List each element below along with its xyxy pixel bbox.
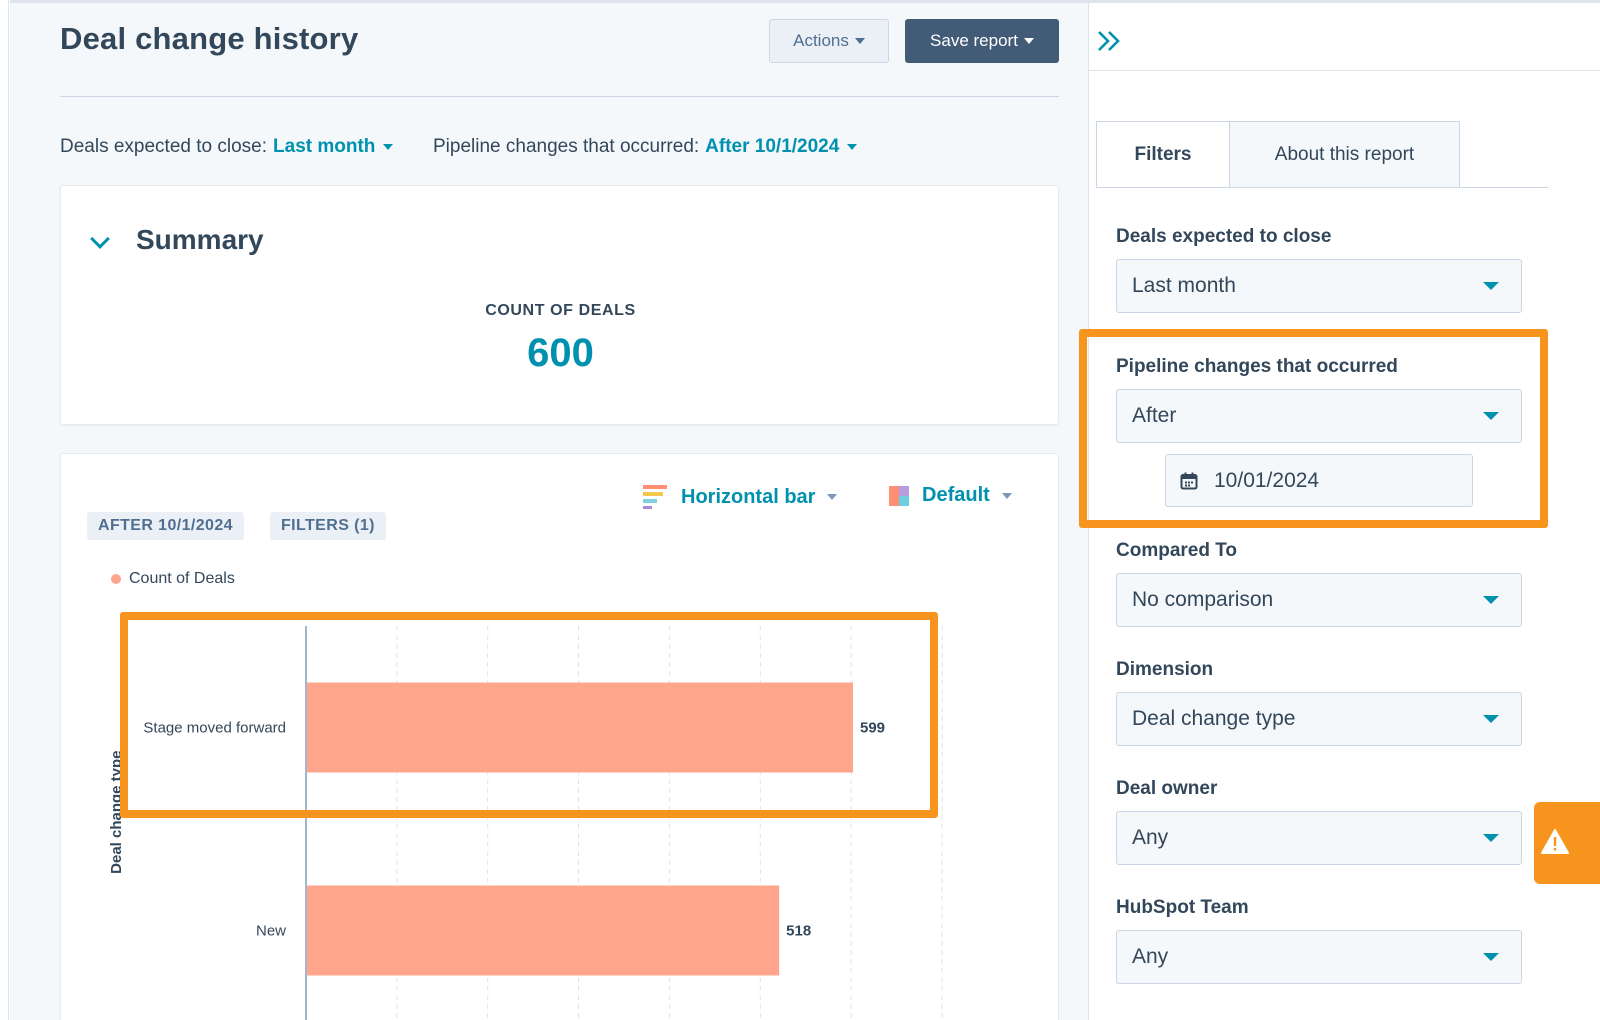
chart-bar: [307, 682, 853, 773]
panel-tabs: Filters About this report: [1096, 121, 1460, 188]
warning-icon: [1541, 829, 1569, 854]
compared-to-select[interactable]: No comparison: [1116, 573, 1522, 627]
compared-to-field-label: Compared To: [1116, 540, 1238, 561]
tab-about-report[interactable]: About this report: [1230, 121, 1460, 188]
count-label: COUNT OF DEALS: [485, 302, 636, 319]
deals-close-filter-value-text: Last month: [273, 136, 376, 157]
pipeline-filter-label: Pipeline changes that occurred:: [433, 136, 700, 157]
caret-down-icon: [1023, 38, 1034, 44]
dimension-field-label: Dimension: [1116, 659, 1214, 680]
caret-down-icon: [847, 144, 858, 150]
deals-close-filter-value[interactable]: Last month: [273, 136, 394, 158]
deal-owner-select-value: Any: [1132, 826, 1169, 849]
chart-y-axis-label: Deal change type: [108, 750, 125, 873]
double-chevron-right-icon[interactable]: [1096, 28, 1124, 54]
hubspot-team-select-value: Any: [1132, 945, 1169, 968]
chart-data-label: 518: [786, 923, 811, 940]
chart-card: Horizontal bar Default AFTER 10/1/2024 F…: [60, 453, 1059, 1020]
dropdown-triangle-icon: [1483, 834, 1499, 842]
hubspot-team-select[interactable]: Any: [1116, 930, 1522, 984]
chart-bar: [307, 885, 780, 976]
pipeline-operator-value: After: [1132, 404, 1177, 427]
dimension-select-value: Deal change type: [1132, 707, 1296, 730]
dimension-select[interactable]: Deal change type: [1116, 692, 1522, 746]
tab-filters[interactable]: Filters: [1096, 121, 1230, 188]
pipeline-date-input[interactable]: 10/01/2024: [1165, 454, 1473, 507]
chevron-down-icon[interactable]: [90, 229, 110, 249]
compared-to-select-value: No comparison: [1132, 588, 1274, 611]
deals-close-filter-label: Deals expected to close:: [60, 136, 268, 157]
actions-button[interactable]: Actions: [769, 19, 889, 63]
actions-label: Actions: [793, 31, 849, 50]
count-value: 600: [527, 331, 594, 375]
bar-chart: Stage moved forward 599 New 518 Deal change …: [108, 626, 943, 1020]
report-main: Deal change history Actions Save report …: [10, 0, 1088, 1020]
dropdown-triangle-icon: [1483, 282, 1499, 290]
left-gutter: [0, 0, 9, 1020]
chart-data-label: 599: [860, 720, 885, 737]
warning-tab[interactable]: [1534, 802, 1600, 884]
pipeline-date-value: 10/01/2024: [1214, 468, 1320, 492]
deals-close-field-label: Deals expected to close: [1116, 226, 1332, 247]
panel-header-divider: [1089, 70, 1600, 71]
deals-close-select[interactable]: Last month: [1116, 259, 1522, 313]
pipeline-filter: Pipeline changes that occurred: After 10…: [433, 136, 858, 158]
page-title: Deal change history: [60, 21, 359, 56]
header-divider: [60, 96, 1059, 97]
deal-owner-select[interactable]: Any: [1116, 811, 1522, 865]
caret-down-icon: [383, 144, 394, 150]
save-report-label: Save report: [930, 31, 1018, 50]
calendar-icon: [1180, 472, 1198, 489]
dropdown-triangle-icon: [1483, 953, 1499, 961]
dropdown-triangle-icon: [1483, 412, 1499, 420]
summary-title: Summary: [136, 224, 264, 255]
save-report-button[interactable]: Save report: [905, 19, 1059, 63]
dropdown-triangle-icon: [1483, 596, 1499, 604]
summary-card: Summary COUNT OF DEALS 600: [60, 185, 1059, 425]
pipeline-field-label: Pipeline changes that occurred: [1116, 356, 1398, 377]
pipeline-filter-value-text: After 10/1/2024: [705, 136, 840, 157]
pipeline-operator-select[interactable]: After: [1116, 389, 1522, 443]
hubspot-team-field-label: HubSpot Team: [1116, 897, 1249, 918]
pipeline-filter-value[interactable]: After 10/1/2024: [705, 136, 858, 158]
deal-owner-field-label: Deal owner: [1116, 778, 1218, 799]
caret-down-icon: [854, 38, 865, 44]
chart-category-label: Stage moved forward: [143, 720, 286, 737]
deals-close-select-value: Last month: [1132, 274, 1236, 297]
tabs-underline: [1096, 187, 1548, 188]
deals-close-filter: Deals expected to close: Last month: [60, 136, 394, 158]
dropdown-triangle-icon: [1483, 715, 1499, 723]
chart-category-label: New: [256, 923, 286, 940]
